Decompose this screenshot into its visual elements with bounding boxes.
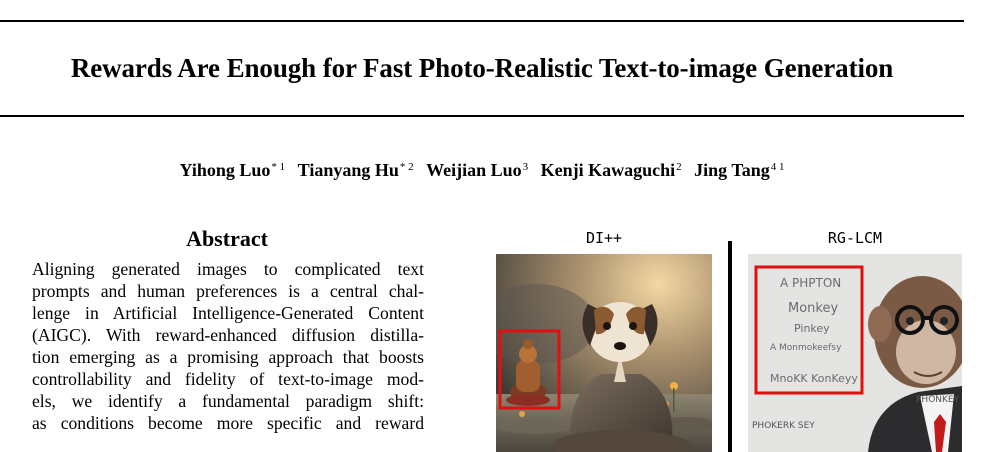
sign-text: PHOKERK SEY — [752, 421, 815, 431]
sign-text: A Monmokeefsy — [770, 343, 842, 353]
abstract-body: Aligning generated images to complicated… — [32, 258, 424, 434]
author: Jing Tang4 1 — [694, 160, 785, 180]
abstract-line: (AIGC). With reward-enhanced diffusion d… — [32, 325, 424, 345]
sign-text: PHONKEY — [916, 395, 960, 405]
sign-text: Monkey — [788, 301, 838, 316]
di-sample-image — [496, 254, 712, 452]
author: Tianyang Hu* 2 — [297, 160, 414, 180]
sign-text: A PHPTON — [780, 276, 841, 290]
figure-divider — [728, 241, 732, 452]
figure-caption-di: DI++ — [585, 229, 623, 247]
abstract-line: controllability and fidelity of text-to-… — [32, 369, 424, 389]
title-bottom-rule — [0, 115, 964, 117]
sign-text: MnoKK KonKeyy — [770, 372, 858, 385]
abstract-line: Aligning generated images to complicated… — [32, 259, 424, 279]
figure-caption-rglcm: RG-LCM — [827, 229, 883, 247]
monkey-suit-illustration: A PHPTON Monkey Pinkey A Monmokeefsy Mno… — [748, 254, 962, 452]
dog-meditating-illustration — [496, 254, 712, 452]
author-list: Yihong Luo* 1 Tianyang Hu* 2 Weijian Luo… — [0, 160, 964, 181]
rglcm-sample-image: A PHPTON Monkey Pinkey A Monmokeefsy Mno… — [748, 254, 962, 452]
top-rule — [0, 20, 964, 22]
abstract-heading: Abstract — [186, 226, 268, 251]
abstract-line: as conditions become more specific and r… — [32, 413, 424, 433]
abstract-line: tion emerging as a promising approach th… — [32, 347, 424, 367]
abstract-line: els, we identify a fundamental paradigm … — [32, 391, 424, 411]
author: Weijian Luo3 — [426, 160, 529, 180]
paper-title: Rewards Are Enough for Fast Photo-Realis… — [70, 53, 894, 83]
abstract-line: lenge in Artificial Intelligence-Generat… — [32, 303, 424, 323]
sign-text: Pinkey — [794, 322, 830, 335]
author: Kenji Kawaguchi2 — [540, 160, 682, 180]
author: Yihong Luo* 1 — [179, 160, 286, 180]
abstract-line: prompts and human preferences is a centr… — [32, 281, 424, 301]
